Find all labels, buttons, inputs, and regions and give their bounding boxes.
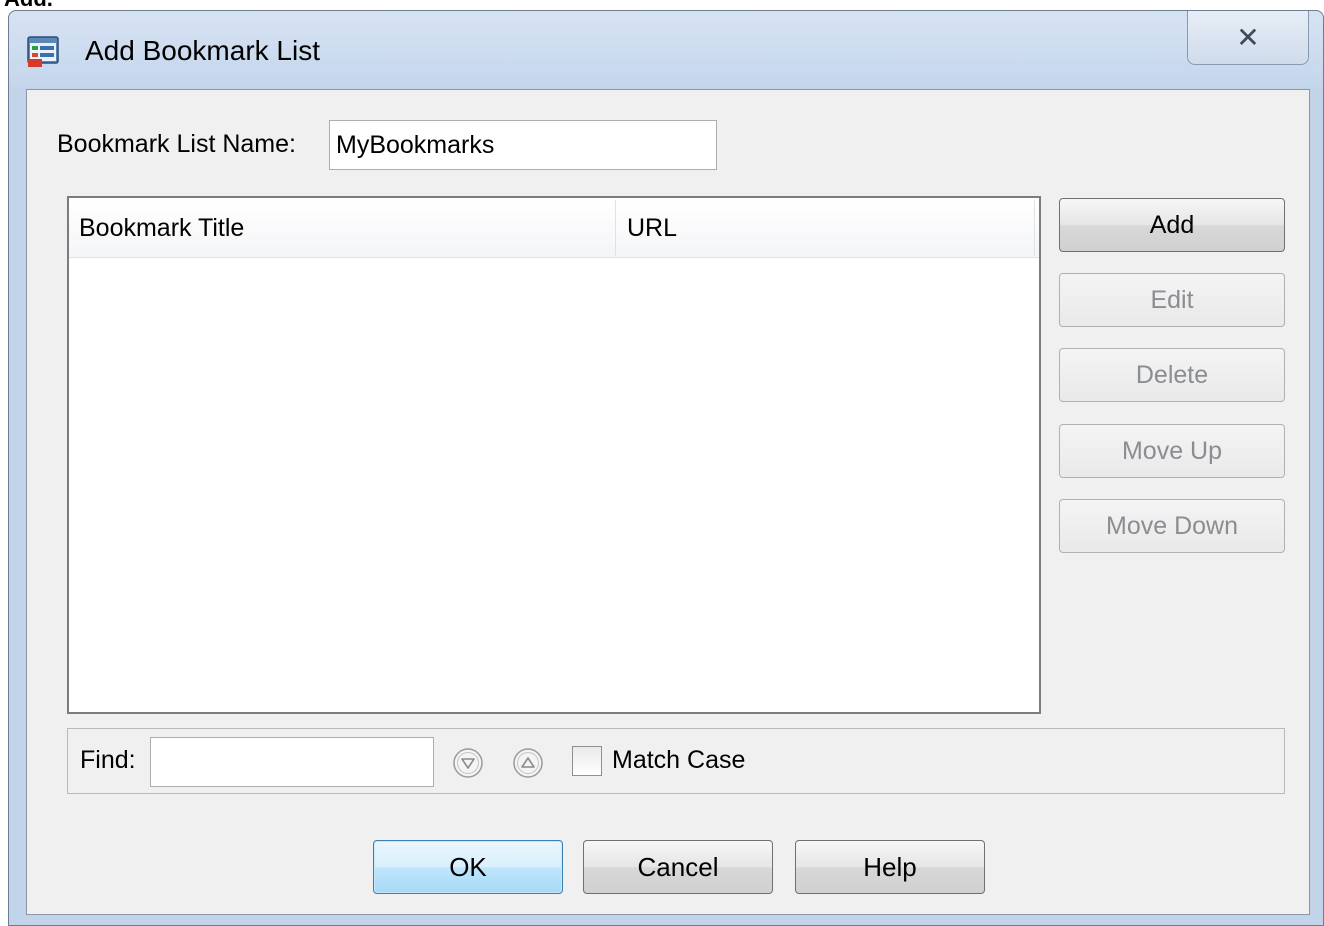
close-icon: ✕ xyxy=(1236,21,1260,54)
column-divider[interactable] xyxy=(615,200,616,256)
move-down-button[interactable]: Move Down xyxy=(1059,499,1285,553)
bookmark-table[interactable]: Bookmark Title URL xyxy=(67,196,1041,714)
find-next-down-icon[interactable] xyxy=(452,747,484,779)
match-case-checkbox[interactable] xyxy=(572,746,602,776)
add-button[interactable]: Add xyxy=(1059,198,1285,252)
column-header-bookmark-title[interactable]: Bookmark Title xyxy=(69,198,615,256)
match-case-label[interactable]: Match Case xyxy=(612,746,745,775)
find-label: Find: xyxy=(80,746,136,774)
find-previous-up-icon[interactable] xyxy=(512,747,544,779)
column-divider-end xyxy=(1034,200,1035,256)
bookmark-list-name-input[interactable] xyxy=(329,120,717,170)
find-bar: Find: Match Case xyxy=(67,728,1285,794)
find-input[interactable] xyxy=(150,737,434,787)
edit-button[interactable]: Edit xyxy=(1059,273,1285,327)
help-button[interactable]: Help xyxy=(795,840,985,894)
cancel-button[interactable]: Cancel xyxy=(583,840,773,894)
close-button[interactable]: ✕ xyxy=(1187,11,1309,65)
bookmark-list-icon xyxy=(27,36,59,67)
table-body[interactable] xyxy=(69,259,1039,712)
column-header-url[interactable]: URL xyxy=(617,198,1033,256)
table-header: Bookmark Title URL xyxy=(69,198,1039,258)
delete-button[interactable]: Delete xyxy=(1059,348,1285,402)
add-bookmark-list-dialog: Add Bookmark List ✕ Bookmark List Name: … xyxy=(8,10,1324,926)
move-up-button[interactable]: Move Up xyxy=(1059,424,1285,478)
window-title: Add Bookmark List xyxy=(85,35,320,66)
ok-button[interactable]: OK xyxy=(373,840,563,894)
title-bar[interactable]: Add Bookmark List ✕ xyxy=(9,11,1323,87)
bookmark-list-name-label: Bookmark List Name: xyxy=(57,130,296,158)
dialog-body: Bookmark List Name: Bookmark Title URL A… xyxy=(26,89,1310,915)
